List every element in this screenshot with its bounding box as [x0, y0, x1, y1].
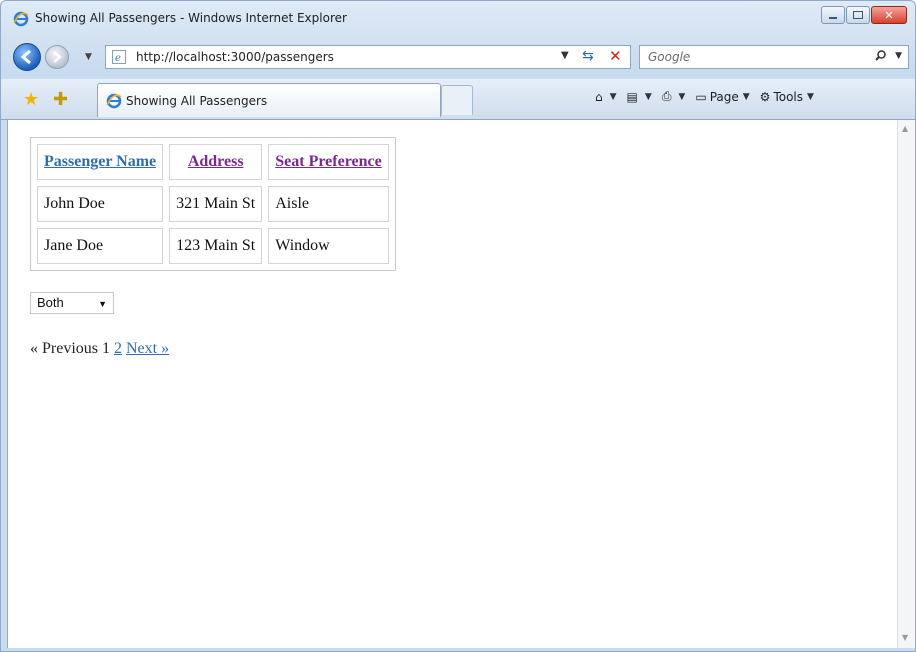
print-icon[interactable]: ⎙	[662, 89, 672, 104]
search-icon[interactable]	[875, 50, 886, 61]
favorites-star-icon[interactable]: ★	[23, 89, 39, 110]
back-button[interactable]	[13, 43, 41, 71]
search-options-dropdown-icon[interactable]: ▼	[895, 51, 902, 61]
minimize-button[interactable]	[821, 6, 845, 24]
gear-icon: ⚙	[759, 89, 771, 104]
page-content: Passenger Name Address Seat Preference J…	[7, 120, 898, 648]
rss-feed-icon[interactable]: ▤	[627, 90, 638, 104]
new-tab-button[interactable]	[441, 85, 473, 115]
seat-preference-cell: Window	[268, 228, 389, 264]
home-icon[interactable]: ⌂	[595, 90, 603, 104]
navigation-bar: ▼ e http://localhost:3000/passengers ▼ ⇆…	[1, 39, 915, 75]
maximize-button[interactable]	[846, 6, 870, 24]
ie-tab-icon	[106, 93, 122, 109]
scroll-down-icon[interactable]: ▼	[902, 633, 908, 642]
feeds-dropdown-icon[interactable]: ▼	[645, 92, 652, 102]
browser-window: Showing All Passengers - Windows Interne…	[0, 0, 916, 652]
address-cell: 123 Main St	[169, 228, 263, 264]
vertical-scrollbar[interactable]: ▲ ▼	[897, 120, 915, 648]
passengers-table: Passenger Name Address Seat Preference J…	[30, 137, 396, 271]
url-text[interactable]: http://localhost:3000/passengers	[136, 50, 334, 64]
tab-bar: ★ ✚ Showing All Passengers ⌂ ▼ ▤ ▼ ⎙ ▼ ▭ Pag…	[1, 79, 915, 120]
maximize-icon	[853, 11, 863, 19]
seat-filter-select[interactable]: Both ▼	[30, 292, 114, 314]
print-dropdown-icon[interactable]: ▼	[678, 92, 685, 102]
tools-dropdown-icon[interactable]: ▼	[807, 92, 814, 102]
table-row: Jane Doe 123 Main St Window	[37, 228, 389, 264]
forward-arrow-icon	[53, 51, 62, 63]
previous-page-label: « Previous	[30, 340, 98, 357]
page-dropdown-icon[interactable]: ▼	[743, 92, 750, 102]
ie-logo-icon	[13, 11, 29, 27]
close-icon: ✕	[884, 8, 894, 22]
add-favorites-icon[interactable]: ✚	[53, 89, 68, 110]
home-dropdown-icon[interactable]: ▼	[610, 92, 617, 102]
address-cell: 321 Main St	[169, 186, 263, 222]
address-dropdown-icon[interactable]: ▼	[561, 50, 569, 61]
tab-current[interactable]: Showing All Passengers	[97, 83, 441, 117]
passenger-name-cell: John Doe	[37, 186, 164, 222]
table-header-row: Passenger Name Address Seat Preference	[37, 144, 389, 180]
sort-passenger-name-link[interactable]: Passenger Name	[44, 153, 156, 170]
sort-seat-preference-link[interactable]: Seat Preference	[275, 153, 381, 170]
page-menu-icon: ▭	[695, 89, 707, 104]
column-header-seat-preference[interactable]: Seat Preference	[268, 144, 389, 180]
back-arrow-icon	[20, 49, 31, 65]
search-input[interactable]: Google	[648, 50, 690, 64]
sort-address-link[interactable]: Address	[188, 153, 244, 170]
next-page-link[interactable]: Next »	[126, 340, 169, 357]
filter-selected-value: Both	[37, 295, 64, 310]
table-row: John Doe 321 Main St Aisle	[37, 186, 389, 222]
svg-text:e: e	[115, 53, 121, 64]
column-header-passenger-name[interactable]: Passenger Name	[37, 144, 164, 180]
refresh-icon[interactable]: ⇆	[582, 48, 594, 64]
passenger-name-cell: Jane Doe	[37, 228, 164, 264]
search-box[interactable]: Google ▼	[639, 45, 909, 69]
recent-pages-dropdown-icon[interactable]: ▼	[85, 52, 92, 62]
address-bar[interactable]: e http://localhost:3000/passengers ▼ ⇆ ✕	[105, 45, 631, 69]
forward-button[interactable]	[45, 45, 69, 69]
column-header-address[interactable]: Address	[169, 144, 263, 180]
scroll-up-icon[interactable]: ▲	[902, 124, 908, 133]
pagination: « Previous 1 2 Next »	[30, 340, 169, 358]
page-2-link[interactable]: 2	[114, 340, 122, 357]
window-title: Showing All Passengers - Windows Interne…	[35, 11, 347, 25]
page-icon: e	[112, 50, 126, 64]
stop-icon[interactable]: ✕	[609, 47, 622, 65]
page-menu-button[interactable]: Page	[710, 90, 739, 104]
tab-title: Showing All Passengers	[126, 94, 268, 108]
close-window-button[interactable]: ✕	[871, 6, 907, 24]
current-page-number: 1	[102, 340, 110, 357]
command-bar: ⌂ ▼ ▤ ▼ ⎙ ▼ ▭ Page ▼ ⚙ Tools ▼	[595, 89, 824, 104]
tools-menu-button[interactable]: Tools	[773, 90, 803, 104]
seat-preference-cell: Aisle	[268, 186, 389, 222]
chevron-down-icon: ▼	[98, 299, 107, 309]
title-bar: Showing All Passengers - Windows Interne…	[1, 1, 915, 37]
minimize-icon	[829, 16, 837, 19]
caption-buttons: ✕	[821, 6, 907, 24]
